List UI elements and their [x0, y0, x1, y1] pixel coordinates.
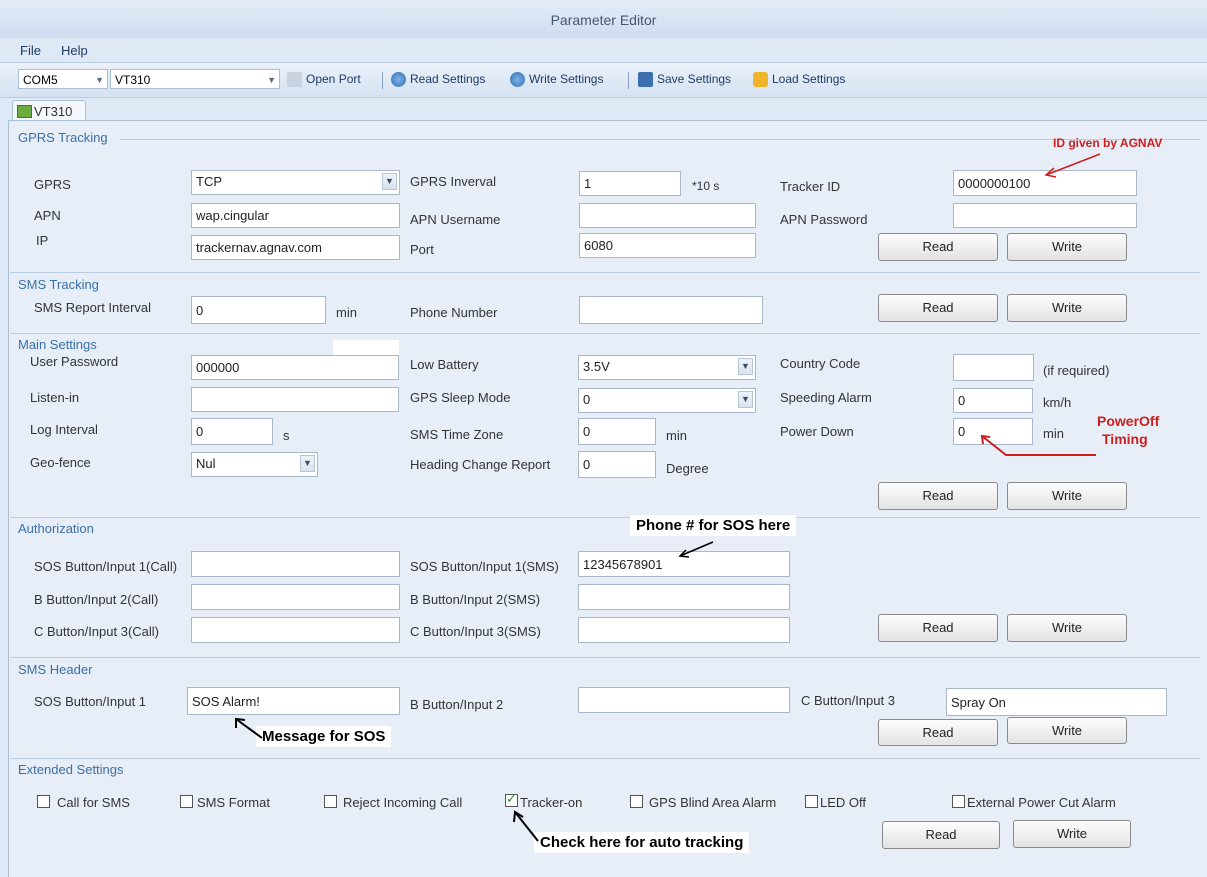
arrow-id-given: [1044, 153, 1101, 178]
arrow-message-sos: [235, 717, 263, 739]
arrow-poweroff: [980, 434, 1096, 456]
annotation-arrows: [235, 153, 1101, 842]
arrow-check-auto: [513, 810, 539, 842]
arrow-phone-sos: [678, 541, 714, 558]
